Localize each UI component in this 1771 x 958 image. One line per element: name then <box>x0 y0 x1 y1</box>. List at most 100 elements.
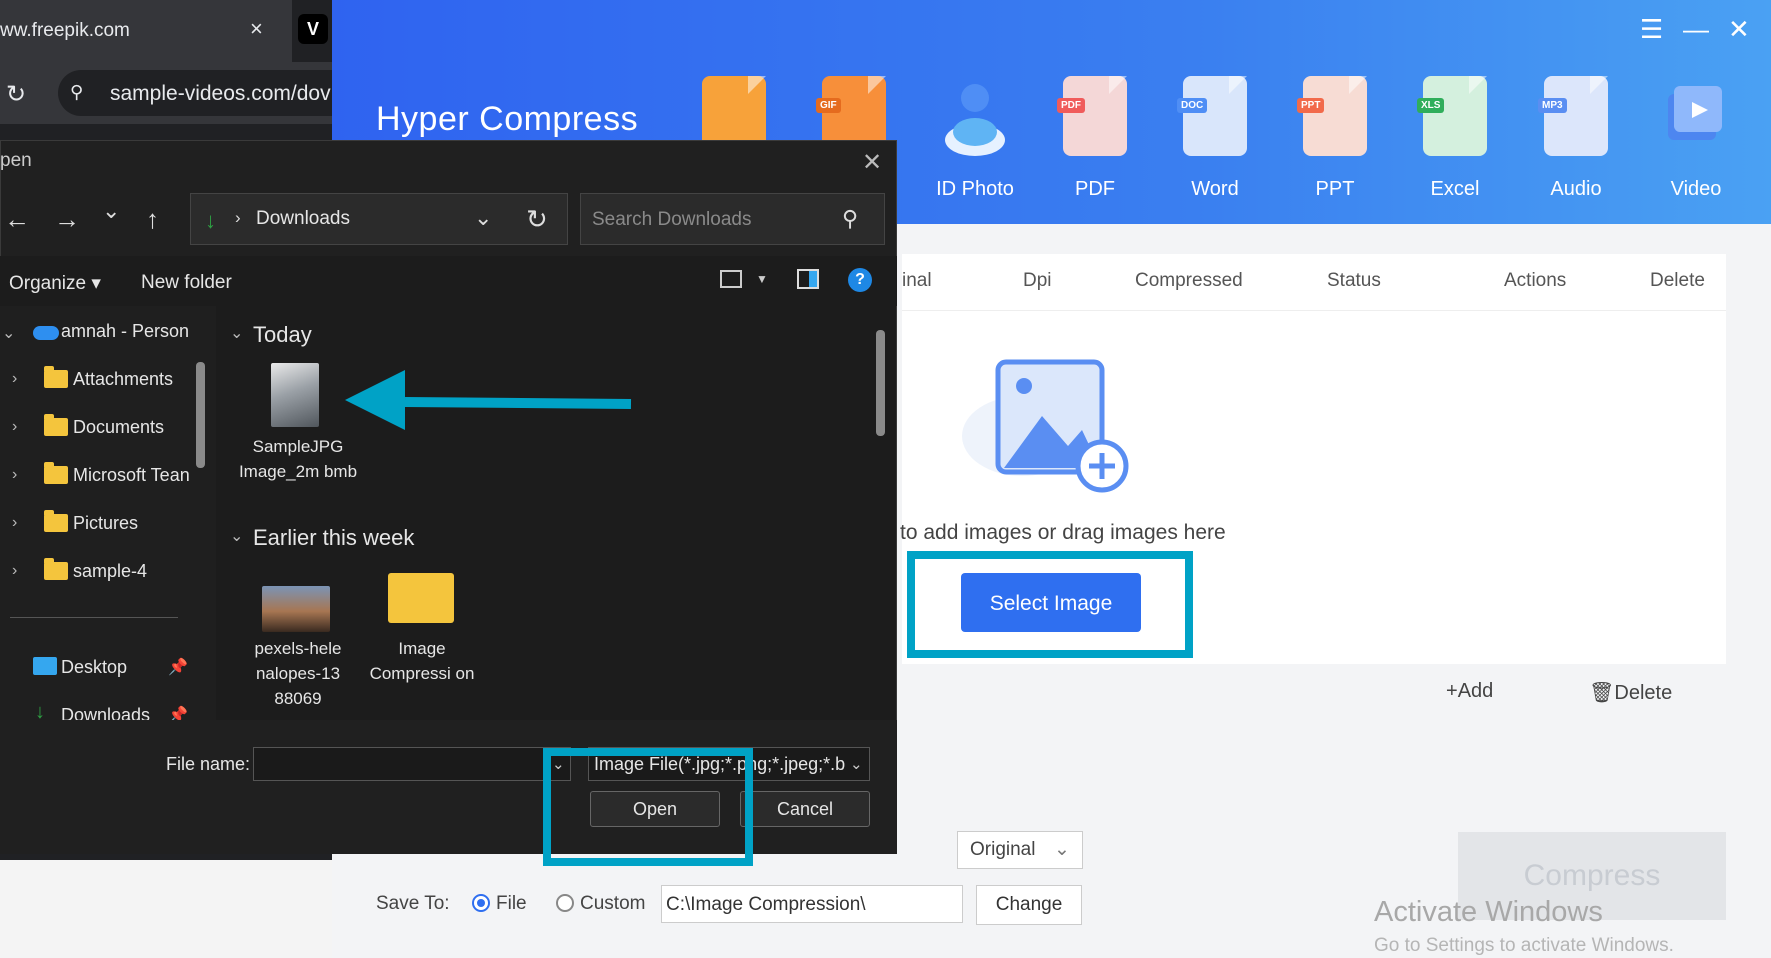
nav-item-onedrive[interactable]: amnah - Persona <box>61 321 189 342</box>
breadcrumb[interactable] <box>190 193 568 245</box>
desktop-icon <box>33 657 57 675</box>
address-text[interactable]: sample-videos.com/dov <box>110 82 331 106</box>
menu-icon[interactable]: ☰ <box>1640 14 1663 45</box>
change-button[interactable]: Change <box>976 885 1082 925</box>
organize-menu[interactable]: Organize ▾ <box>9 272 101 295</box>
minimize-icon[interactable]: — <box>1683 14 1709 45</box>
nav-item-microsoft-teams[interactable]: Microsoft Tean <box>73 465 189 486</box>
preview-pane-icon[interactable] <box>797 269 819 289</box>
chevron-down-icon[interactable]: ⌄ <box>474 205 492 231</box>
nav-item-documents[interactable]: Documents <box>73 417 164 438</box>
cancel-button[interactable]: Cancel <box>740 791 870 827</box>
folder-icon <box>44 366 68 388</box>
tool-word[interactable]: DOC Word <box>1165 76 1265 201</box>
chevron-down-icon: ⌄ <box>1054 839 1070 860</box>
search-icon[interactable]: ⚲ <box>842 206 858 232</box>
recent-locations-icon[interactable]: ⌄ <box>102 198 120 224</box>
tool-video[interactable]: Video <box>1646 76 1746 201</box>
browser-tab[interactable]: ww.freepik.com × <box>0 0 292 62</box>
tool-label: Word <box>1191 178 1239 200</box>
format-value: Original <box>970 839 1036 860</box>
tool-label: Audio <box>1550 178 1602 200</box>
site-settings-icon[interactable]: ⚲ <box>70 82 83 103</box>
id-photo-icon <box>943 76 1007 156</box>
annotation-arrow-icon <box>345 370 632 430</box>
tool-label: ID Photo <box>936 178 1014 200</box>
chevron-right-icon[interactable]: › <box>12 514 17 532</box>
column-dpi: Dpi <box>1023 270 1052 291</box>
pdf-badge: PDF <box>1057 98 1085 113</box>
tool-id-photo[interactable]: ID Photo <box>925 76 1025 201</box>
column-status: Status <box>1327 270 1381 291</box>
tool-audio[interactable]: MP3 Audio <box>1526 76 1626 201</box>
help-icon[interactable]: ? <box>848 268 872 292</box>
chevron-right-icon[interactable]: › <box>12 562 17 580</box>
tool-ppt[interactable]: PPT PPT <box>1285 76 1385 201</box>
pin-icon: 📌 <box>168 659 188 676</box>
xls-badge: XLS <box>1417 98 1445 113</box>
file-name-label: File name: <box>166 754 251 774</box>
folder-icon <box>44 414 68 436</box>
delete-label: Delete <box>1614 682 1673 704</box>
view-options-icon[interactable] <box>720 270 742 288</box>
chevron-right-icon[interactable]: › <box>12 466 17 484</box>
nav-item-sample-4[interactable]: sample-4 <box>73 561 147 582</box>
chevron-down-icon[interactable]: ⌄ <box>2 323 15 343</box>
close-icon[interactable]: ✕ <box>1728 14 1750 45</box>
delete-button[interactable]: 🗑Delete <box>1589 680 1672 705</box>
add-image-illustration-icon <box>962 356 1132 506</box>
folder-icon <box>44 462 68 484</box>
save-to-label: Save To: <box>376 893 450 914</box>
dialog-footer <box>0 720 897 854</box>
forward-icon[interactable]: → <box>54 204 80 235</box>
column-actions: Actions <box>1504 270 1567 291</box>
word-icon: DOC <box>1177 76 1247 156</box>
image-thumbnail[interactable] <box>271 363 319 427</box>
folder-name[interactable]: Image Compressi on <box>362 636 482 686</box>
reload-icon[interactable]: ↻ <box>6 80 26 109</box>
refresh-icon[interactable]: ↻ <box>526 204 548 235</box>
chevron-down-icon[interactable]: ⌄ <box>230 526 243 546</box>
format-select[interactable]: Original ⌄ <box>957 831 1083 869</box>
highlight-select-image <box>907 551 1193 658</box>
chevron-right-icon[interactable]: › <box>12 370 17 388</box>
tool-label: Excel <box>1430 178 1480 200</box>
file-name[interactable]: pexels-hele nalopes-13 88069 <box>238 636 358 711</box>
nav-scrollbar[interactable] <box>196 362 205 468</box>
save-custom-radio[interactable] <box>556 894 574 912</box>
gif-badge: GIF <box>816 98 841 113</box>
chevron-right-icon[interactable]: › <box>12 418 17 436</box>
new-folder-button[interactable]: New folder <box>141 272 232 294</box>
browser-tab-favicon[interactable]: V <box>298 14 328 44</box>
doc-badge: DOC <box>1177 98 1208 113</box>
group-header-today[interactable]: Today <box>253 322 312 348</box>
tool-pdf[interactable]: PDF PDF <box>1045 76 1145 201</box>
nav-item-pictures[interactable]: Pictures <box>73 513 138 534</box>
onedrive-icon <box>33 326 59 340</box>
close-icon[interactable]: × <box>250 16 263 42</box>
app-title: Hyper Compress <box>376 100 639 138</box>
up-folder-icon[interactable]: ↑ <box>146 204 159 235</box>
tool-excel[interactable]: XLS Excel <box>1405 76 1505 201</box>
breadcrumb-location[interactable]: Downloads <box>256 208 350 230</box>
nav-item-attachments[interactable]: Attachments <box>73 369 173 390</box>
chevron-down-icon[interactable]: ⌄ <box>850 755 863 773</box>
close-icon[interactable]: ✕ <box>862 148 882 177</box>
save-file-radio[interactable] <box>472 894 490 912</box>
image-thumbnail[interactable] <box>262 586 330 632</box>
nav-item-desktop[interactable]: Desktop <box>61 657 127 678</box>
save-custom-label: Custom <box>580 893 646 914</box>
group-header-earlier-this-week[interactable]: Earlier this week <box>253 525 414 551</box>
folder-icon[interactable] <box>388 573 454 623</box>
file-name[interactable]: SampleJPG Image_2m bmb <box>238 434 358 484</box>
add-button[interactable]: +Add <box>1446 680 1493 703</box>
chevron-down-icon[interactable]: ⌄ <box>230 323 243 343</box>
file-name-field[interactable] <box>253 747 571 781</box>
view-dropdown-chevron-icon[interactable]: ▼ <box>756 272 768 286</box>
table-header: inal Dpi Compressed Status Actions Delet… <box>902 254 1726 311</box>
tool-label: Video <box>1670 178 1722 200</box>
file-scrollbar[interactable] <box>876 330 885 436</box>
dialog-title: pen <box>0 150 32 171</box>
save-path-field[interactable]: C:\Image Compression\ <box>661 885 963 923</box>
back-icon[interactable]: ← <box>4 204 30 235</box>
